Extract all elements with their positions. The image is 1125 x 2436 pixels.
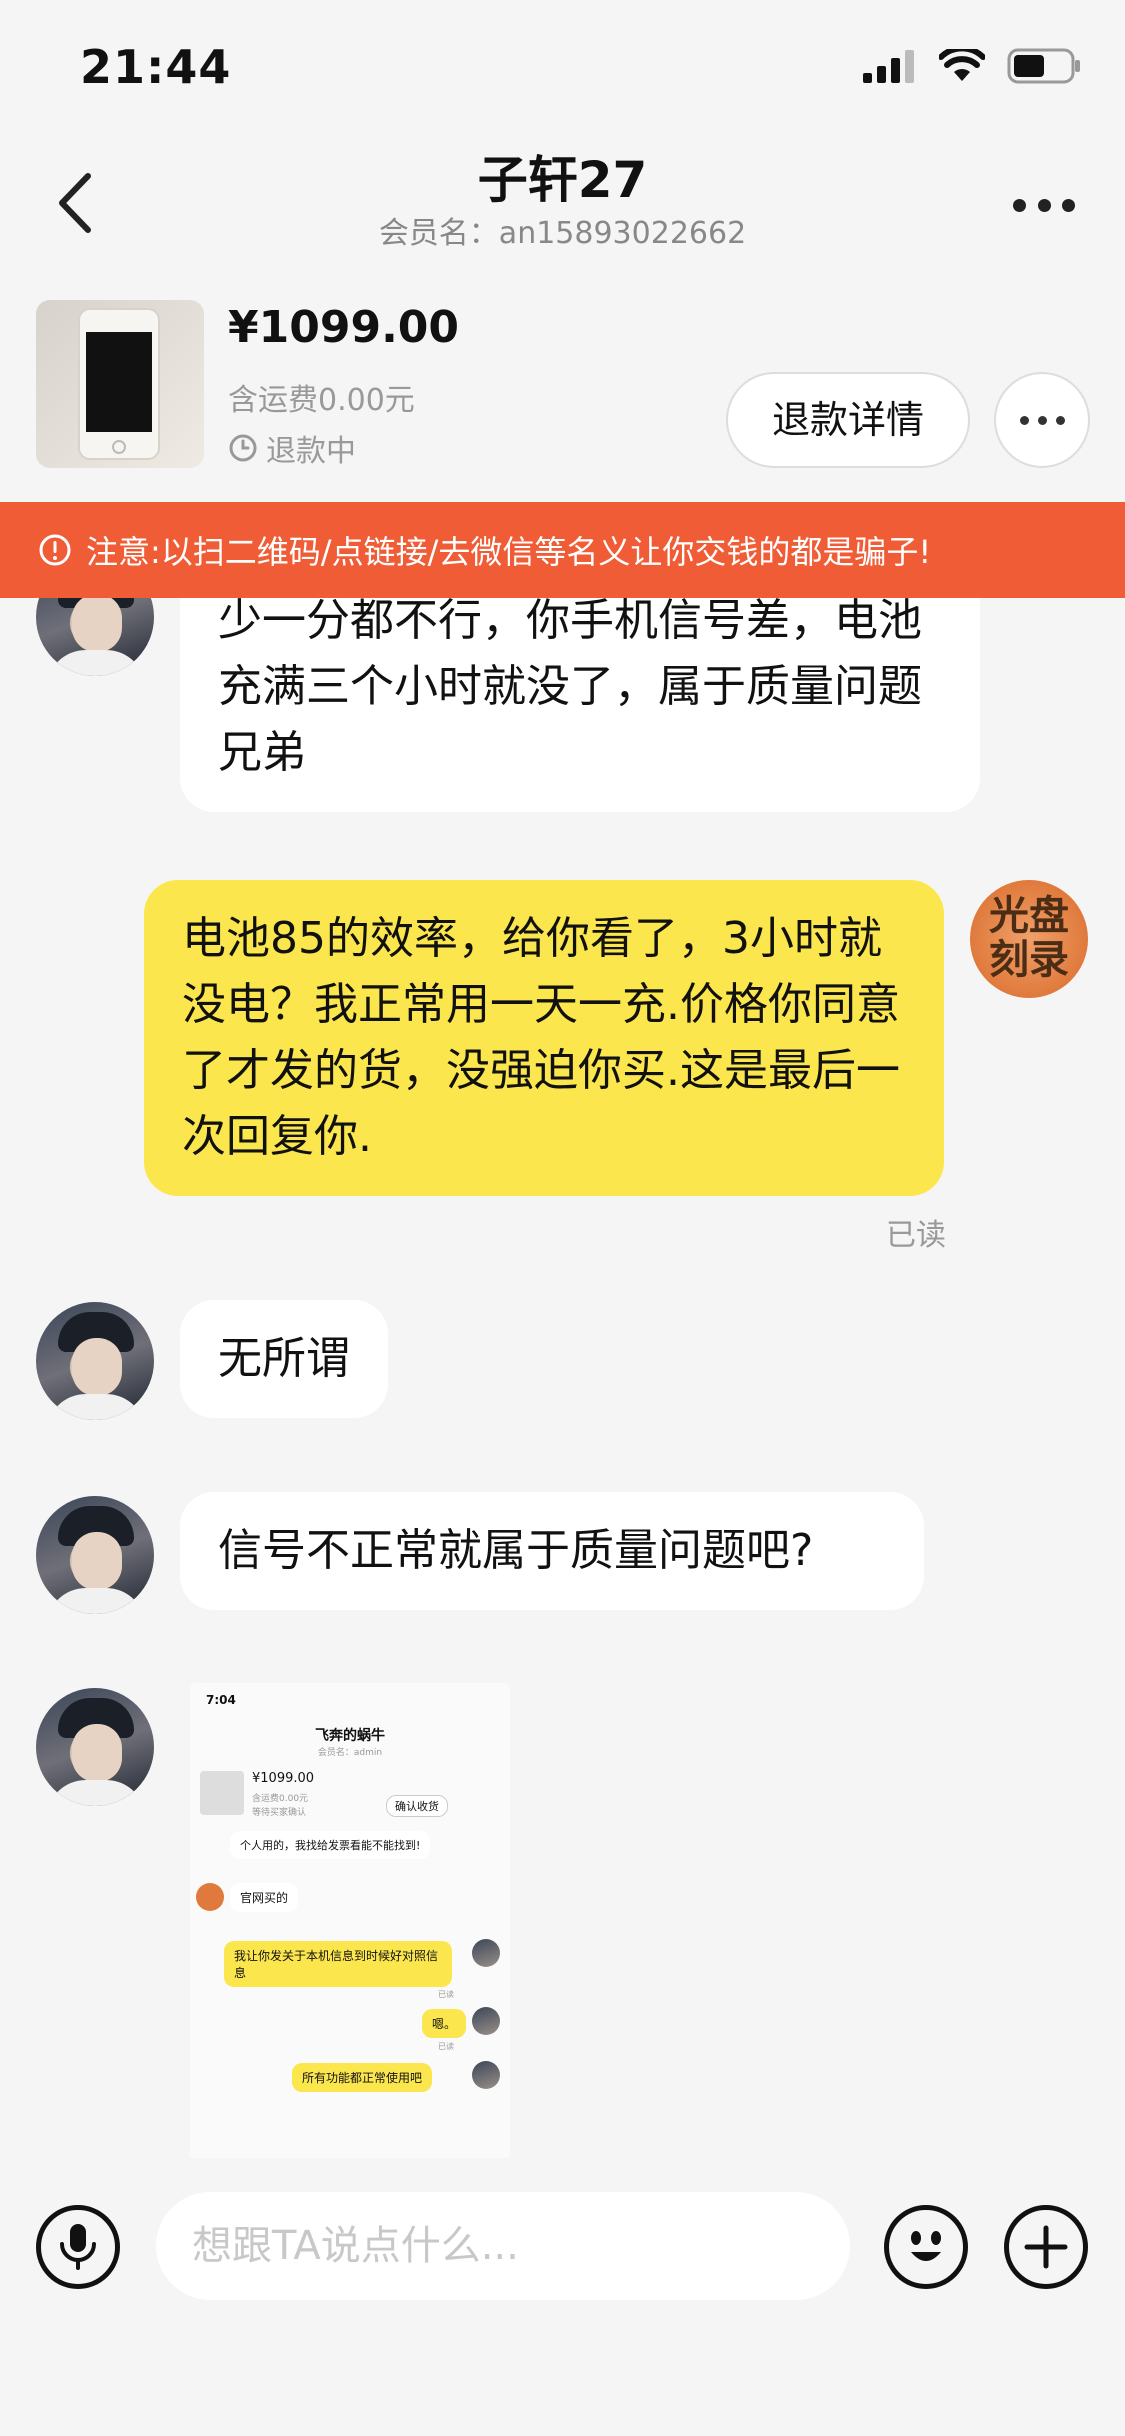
avatar[interactable] xyxy=(36,1496,154,1614)
order-more-button[interactable] xyxy=(994,372,1090,468)
image-message[interactable]: 7:04 飞奔的蜗牛 会员名：admin ¥1099.00 含运费0.00元 等… xyxy=(190,1683,510,2158)
status-time: 21:44 xyxy=(80,40,232,94)
order-status: 退款中 xyxy=(228,426,356,470)
shot-msg-top: 个人用的，我找给发票看能不能找到! xyxy=(230,1831,431,1859)
emoji-button[interactable] xyxy=(884,2205,968,2289)
status-bar: 21:44 xyxy=(0,0,1125,130)
wifi-icon xyxy=(939,49,985,81)
message-bubble-mine[interactable]: 电池85的效率，给你看了，3小时就没电？我正常用一天一充.价格你同意了才发的货，… xyxy=(144,880,944,1196)
voice-button[interactable] xyxy=(36,2205,120,2289)
signal-icon xyxy=(863,50,914,83)
shot-thumbnail xyxy=(200,1771,244,1815)
shot-msg: 所有功能都正常使用吧 xyxy=(292,2063,433,2092)
phone-illustration xyxy=(78,308,160,460)
alert-circle-icon xyxy=(39,534,71,566)
add-button[interactable] xyxy=(1004,2205,1088,2289)
shot-confirm: 确认收货 xyxy=(386,1795,448,1817)
shot-time: 7:04 xyxy=(206,1693,236,1707)
dot-icon xyxy=(1055,415,1065,425)
shot-shipping: 含运费0.00元 xyxy=(252,1794,309,1804)
refund-details-button[interactable]: 退款详情 xyxy=(726,372,970,468)
order-status-text: 退款中 xyxy=(266,434,356,469)
shot-msg: 我让你发关于本机信息到时候好对照信息 xyxy=(224,1941,452,1987)
nav-bar: 子轩27 会员名：an15893022662 xyxy=(0,130,1125,260)
message-input[interactable] xyxy=(156,2192,850,2300)
battery-icon xyxy=(1007,48,1080,84)
shot-msg: 嗯。 xyxy=(422,2009,467,2038)
chat-title: 子轩27 xyxy=(477,151,648,209)
shot-read: 已读 xyxy=(438,2042,454,2051)
shipping-fee: 含运费0.00元 xyxy=(228,383,415,418)
avatar[interactable] xyxy=(36,1688,154,1806)
message-bubble[interactable]: 无所谓 xyxy=(180,1300,388,1418)
microphone-icon xyxy=(60,2224,96,2270)
dot-icon xyxy=(1037,198,1051,212)
read-receipt: 已读 xyxy=(886,1218,946,1253)
avatar[interactable] xyxy=(36,598,154,676)
dot-icon xyxy=(1062,198,1075,212)
shot-title: 飞奔的蜗牛 xyxy=(315,1728,385,1744)
shot-subtitle: 会员名：admin xyxy=(317,1748,383,1758)
clock-icon xyxy=(229,434,257,462)
product-image[interactable] xyxy=(36,300,204,468)
dot-icon xyxy=(1037,415,1047,425)
plus-icon xyxy=(1024,2225,1068,2269)
more-menu-button[interactable] xyxy=(1009,170,1079,240)
message-bubble[interactable]: 信号不正常就属于质量问题吧? xyxy=(180,1492,924,1610)
input-bar xyxy=(0,2160,1125,2436)
avatar[interactable] xyxy=(36,1302,154,1420)
message-bubble[interactable]: 少一分都不行，你手机信号差，电池充满三个小时就没了，属于质量问题兄弟 xyxy=(180,598,980,812)
status-icons xyxy=(863,48,1081,84)
warning-text: 注意:以扫二维码/点链接/去微信等名义让你交钱的都是骗子! xyxy=(86,533,932,571)
chat-history[interactable]: 少一分都不行，你手机信号差，电池充满三个小时就没了，属于质量问题兄弟 光盘刻录 … xyxy=(0,598,1125,2158)
member-name: 会员名：an15893022662 xyxy=(378,216,747,251)
shot-msg: 官网买的 xyxy=(230,1883,299,1912)
scam-warning-banner: 注意:以扫二维码/点链接/去微信等名义让你交钱的都是骗子! xyxy=(0,502,1125,598)
smiley-icon xyxy=(911,2231,941,2261)
my-avatar-text: 光盘刻录 xyxy=(989,893,1069,983)
dot-icon xyxy=(1013,198,1026,212)
shot-read: 已读 xyxy=(438,1990,454,1999)
order-card: ¥1099.00 含运费0.00元 退款中 退款详情 xyxy=(0,280,1125,500)
product-price: ¥1099.00 xyxy=(228,302,460,353)
shot-price: ¥1099.00 xyxy=(252,1771,315,1786)
avatar[interactable]: 光盘刻录 xyxy=(970,880,1088,998)
shot-status: 等待买家确认 xyxy=(252,1808,307,1818)
dot-icon xyxy=(1019,415,1029,425)
